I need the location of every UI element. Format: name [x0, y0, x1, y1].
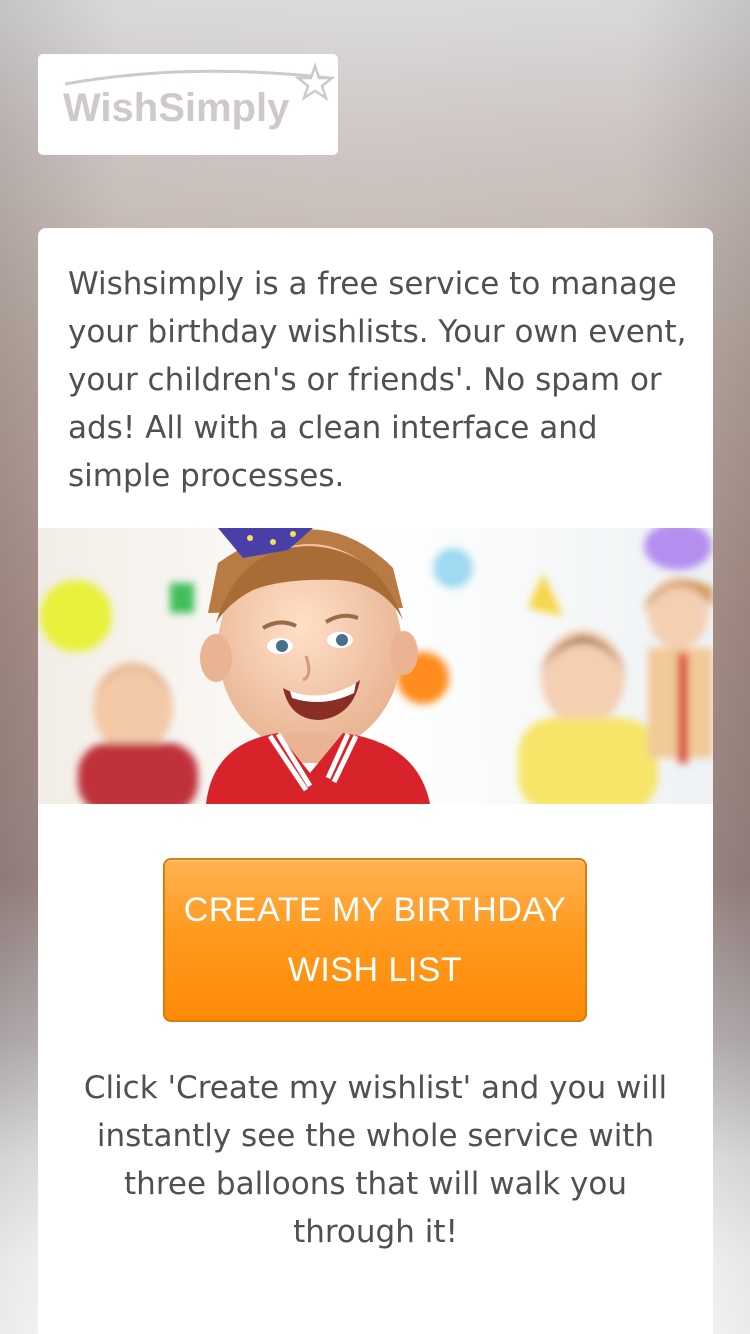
main-card: Wishsimply is a free service to manage y…: [38, 228, 713, 1334]
wishsimply-logo[interactable]: WishSimply: [38, 54, 338, 155]
logo-mark: WishSimply: [63, 62, 336, 130]
birthday-party-image: [38, 522, 713, 813]
instruction-text: Click 'Create my wishlist' and you will …: [83, 1070, 668, 1250]
birthday-party-photo-icon: [38, 522, 713, 813]
create-wishlist-button[interactable]: CREATE MY BIRTHDAY WISH LIST: [163, 858, 587, 1022]
logo-text: WishSimply: [63, 86, 290, 130]
intro-text: Wishsimply is a free service to manage y…: [68, 266, 687, 494]
star-icon: [294, 62, 336, 101]
